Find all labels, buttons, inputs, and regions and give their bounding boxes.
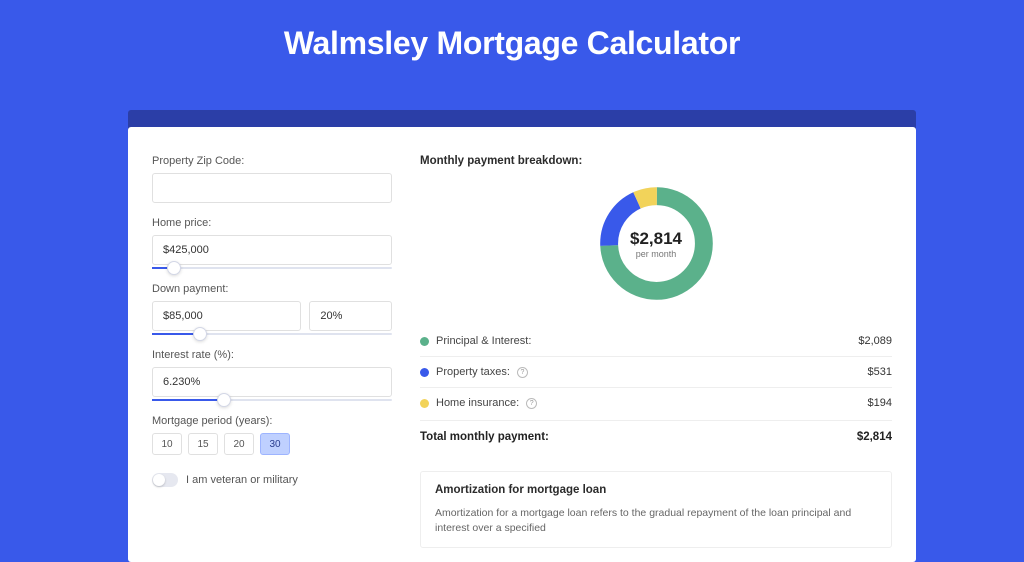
down-payment-field: Down payment:	[152, 283, 392, 335]
breakdown-item-value: $2,089	[858, 335, 892, 347]
breakdown-item-value: $194	[868, 397, 892, 409]
veteran-toggle[interactable]	[152, 473, 178, 487]
donut-center: $2,814 per month	[594, 181, 719, 306]
zip-field: Property Zip Code:	[152, 155, 392, 203]
down-payment-amount-input[interactable]	[152, 301, 301, 331]
home-price-field: Home price:	[152, 217, 392, 269]
breakdown-title: Monthly payment breakdown:	[420, 155, 892, 167]
breakdown-row: Principal & Interest: $2,089	[420, 326, 892, 356]
slider-thumb[interactable]	[167, 261, 181, 275]
page-title: Walmsley Mortgage Calculator	[0, 0, 1024, 82]
breakdown-row: Home insurance:? $194	[420, 387, 892, 418]
slider-thumb[interactable]	[193, 327, 207, 341]
swatch-icon	[420, 337, 429, 346]
total-value: $2,814	[857, 431, 892, 443]
total-label: Total monthly payment:	[420, 431, 549, 443]
breakdown-row: Property taxes:? $531	[420, 356, 892, 387]
breakdown-item-label: Principal & Interest:	[436, 335, 531, 347]
interest-rate-slider[interactable]	[152, 399, 392, 401]
info-icon[interactable]: ?	[517, 367, 528, 378]
breakdown-column: Monthly payment breakdown: $2,814 per mo…	[420, 155, 892, 562]
slider-fill	[152, 399, 224, 401]
slider-thumb[interactable]	[217, 393, 231, 407]
donut-chart: $2,814 per month	[420, 181, 892, 306]
amortization-title: Amortization for mortgage loan	[435, 484, 877, 496]
interest-rate-label: Interest rate (%):	[152, 349, 392, 361]
breakdown-item-label: Home insurance:	[436, 397, 519, 409]
period-option-30[interactable]: 30	[260, 433, 290, 455]
swatch-icon	[420, 399, 429, 408]
down-payment-label: Down payment:	[152, 283, 392, 295]
period-option-10[interactable]: 10	[152, 433, 182, 455]
breakdown-list: Principal & Interest: $2,089 Property taxe…	[420, 326, 892, 418]
interest-rate-input[interactable]	[152, 367, 392, 397]
swatch-icon	[420, 368, 429, 377]
breakdown-item-label: Property taxes:	[436, 366, 510, 378]
down-payment-percent-input[interactable]	[309, 301, 392, 331]
veteran-row: I am veteran or military	[152, 473, 392, 487]
calculator-panel: Property Zip Code: Home price: Down paym…	[128, 127, 916, 562]
period-label: Mortgage period (years):	[152, 415, 392, 427]
home-price-input[interactable]	[152, 235, 392, 265]
amortization-text: Amortization for a mortgage loan refers …	[435, 506, 877, 535]
period-option-20[interactable]: 20	[224, 433, 254, 455]
amortization-card: Amortization for mortgage loan Amortizat…	[420, 471, 892, 548]
down-payment-slider[interactable]	[152, 333, 392, 335]
period-field: Mortgage period (years): 10 15 20 30	[152, 415, 392, 455]
info-icon[interactable]: ?	[526, 398, 537, 409]
toggle-knob	[153, 474, 165, 486]
period-option-15[interactable]: 15	[188, 433, 218, 455]
home-price-slider[interactable]	[152, 267, 392, 269]
zip-label: Property Zip Code:	[152, 155, 392, 167]
interest-rate-field: Interest rate (%):	[152, 349, 392, 401]
zip-input[interactable]	[152, 173, 392, 203]
period-options: 10 15 20 30	[152, 433, 392, 455]
inputs-column: Property Zip Code: Home price: Down paym…	[152, 155, 392, 562]
home-price-label: Home price:	[152, 217, 392, 229]
veteran-label: I am veteran or military	[186, 474, 298, 486]
breakdown-total-row: Total monthly payment: $2,814	[420, 420, 892, 453]
donut-sub: per month	[636, 249, 677, 259]
breakdown-item-value: $531	[868, 366, 892, 378]
donut-amount: $2,814	[630, 229, 682, 249]
